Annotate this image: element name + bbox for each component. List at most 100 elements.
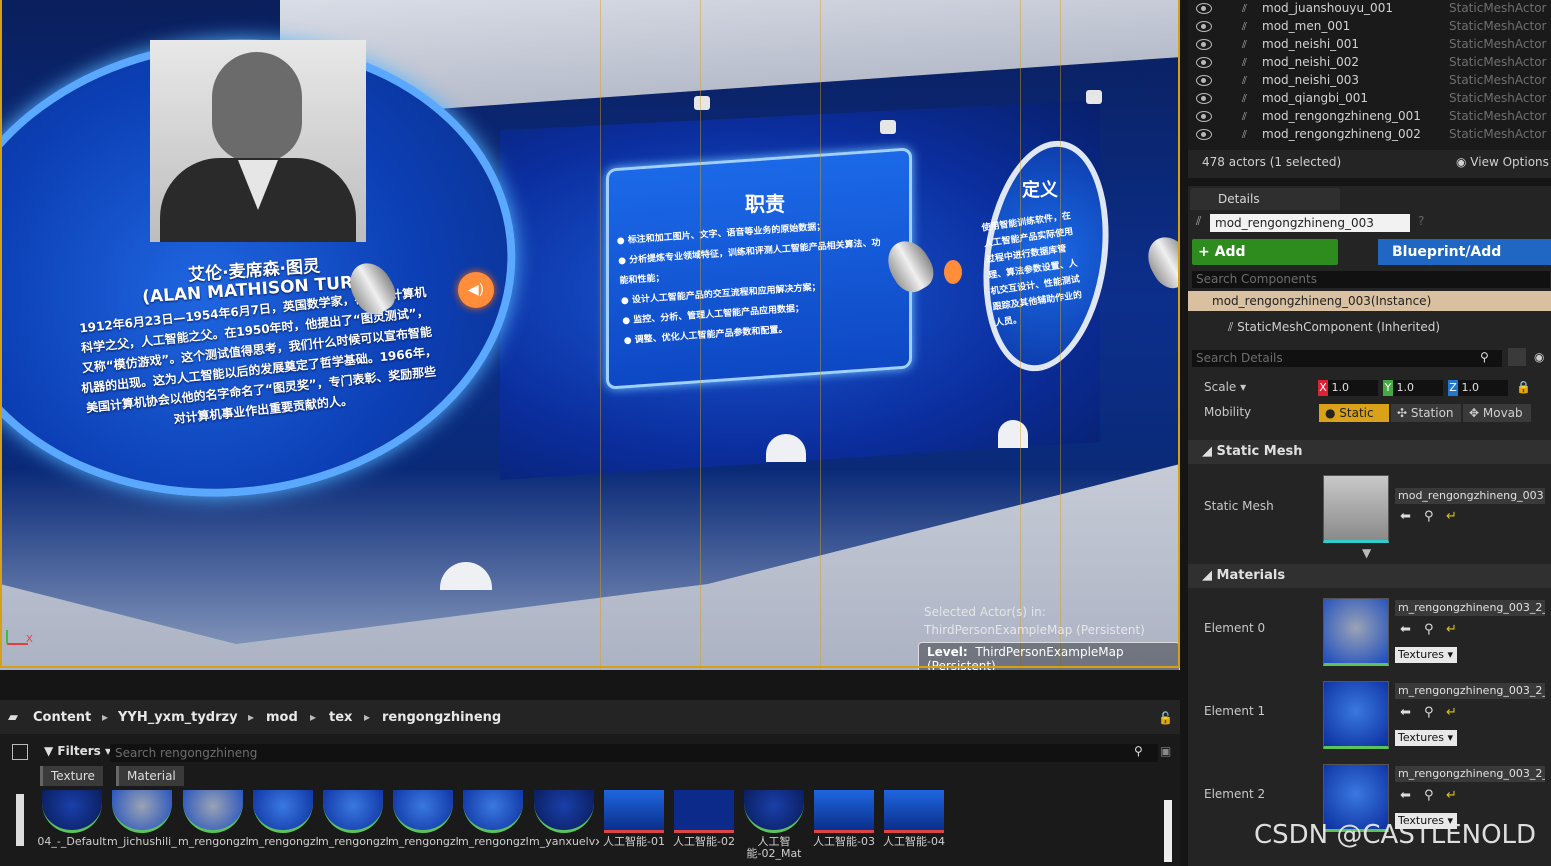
search-components-input[interactable]: Search Components: [1192, 271, 1550, 288]
asset-tile[interactable]: [323, 790, 383, 833]
asset-tile[interactable]: [253, 790, 313, 833]
asset-tile[interactable]: [744, 790, 804, 833]
asset-tile[interactable]: [884, 790, 944, 833]
reset-icon[interactable]: ↵: [1446, 622, 1457, 637]
material-dropdown[interactable]: m_rengongzhineng_003_2_2: [1395, 683, 1545, 699]
visibility-eye-icon[interactable]: [1196, 111, 1212, 122]
material-dropdown[interactable]: m_rengongzhineng_003_2_3: [1395, 766, 1545, 782]
asset-tile[interactable]: [814, 790, 874, 833]
breadcrumb-item[interactable]: Content: [33, 710, 91, 725]
static-mesh-icon: ⫽: [1242, 74, 1247, 87]
asset-tile[interactable]: [463, 790, 523, 833]
textures-button[interactable]: Textures ▾: [1395, 730, 1457, 746]
scrollbar-left[interactable]: [16, 794, 24, 846]
asset-label: 人工智能-04: [883, 836, 945, 848]
eye-icon[interactable]: ◉: [1534, 350, 1544, 364]
filters-button[interactable]: ▼ Filters ▾: [44, 744, 111, 758]
content-search-input[interactable]: Search rengongzhineng: [110, 744, 1158, 762]
static-mesh-section-header[interactable]: ◢ Static Mesh: [1188, 440, 1551, 464]
browse-search-icon[interactable]: ⚲: [1424, 788, 1434, 803]
visibility-eye-icon[interactable]: [1196, 39, 1212, 50]
browse-search-icon[interactable]: ⚲: [1424, 509, 1434, 524]
audio-play-icon[interactable]: ◀): [458, 272, 494, 308]
static-mesh-thumbnail[interactable]: [1323, 475, 1389, 543]
static-mesh-icon: ⫽: [1242, 110, 1247, 123]
instance-row[interactable]: mod_rengongzhineng_003(Instance): [1188, 291, 1551, 311]
outliner-row[interactable]: ⫽ mod_rengongzhineng_001 StaticMeshActor: [1188, 108, 1551, 126]
filter-chip-material[interactable]: Material: [116, 766, 184, 786]
save-search-icon[interactable]: ▣: [1160, 744, 1171, 758]
static-mesh-dropdown[interactable]: mod_rengongzhineng_003: [1395, 488, 1545, 504]
asset-tile[interactable]: [604, 790, 664, 833]
add-component-button[interactable]: + Add Component: [1192, 239, 1338, 286]
blueprint-add-script-button[interactable]: Blueprint/Add Script: [1378, 239, 1551, 286]
expand-arrow-icon[interactable]: ▼: [1362, 546, 1371, 560]
visibility-eye-icon[interactable]: [1196, 129, 1212, 140]
reset-icon[interactable]: ↵: [1446, 788, 1457, 803]
materials-section-header[interactable]: ◢ Materials: [1188, 564, 1551, 588]
scale-x-field[interactable]: X 1.0: [1318, 380, 1378, 396]
asset-tile[interactable]: [183, 790, 243, 833]
selection-guide-line: [700, 0, 701, 670]
material-dropdown[interactable]: m_rengongzhineng_003_2_1: [1395, 600, 1545, 616]
browse-search-icon[interactable]: ⚲: [1424, 705, 1434, 720]
visibility-eye-icon[interactable]: [1196, 75, 1212, 86]
mobility-stationary-button[interactable]: ✣ Station: [1391, 404, 1461, 422]
use-selected-arrow-icon[interactable]: ⬅: [1400, 705, 1411, 720]
filter-chip-texture[interactable]: Texture: [40, 766, 103, 786]
actor-name-field[interactable]: mod_rengongzhineng_003: [1210, 214, 1410, 232]
static-mesh-icon: ⫽: [1242, 20, 1247, 33]
breadcrumb-item[interactable]: mod: [266, 710, 298, 725]
scale-z-field[interactable]: Z 1.0: [1448, 380, 1508, 396]
tab-details[interactable]: Details: [1190, 188, 1340, 210]
mobility-movable-button[interactable]: ✥ Movab: [1463, 404, 1531, 422]
reset-icon[interactable]: ↵: [1446, 509, 1457, 524]
level-viewport[interactable]: 艾伦·麦席森·图灵 (ALAN MATHISON TURI 1912年6月23日…: [0, 0, 1180, 670]
help-icon[interactable]: ?: [1418, 214, 1424, 228]
use-selected-arrow-icon[interactable]: ⬅: [1400, 622, 1411, 637]
mobility-label: Mobility: [1204, 405, 1252, 419]
breadcrumb-item[interactable]: tex: [329, 710, 352, 725]
outliner-row[interactable]: ⫽ mod_juanshouyu_001 StaticMeshActor: [1188, 0, 1551, 18]
asset-tile[interactable]: [534, 790, 594, 833]
scrollbar-right[interactable]: [1164, 800, 1172, 862]
visibility-eye-icon[interactable]: [1196, 93, 1212, 104]
search-details-input[interactable]: Search Details: [1192, 350, 1502, 367]
turing-portrait-image: [150, 40, 366, 242]
material-thumbnail[interactable]: [1323, 598, 1389, 666]
outliner-row[interactable]: ⫽ mod_neishi_001 StaticMeshActor: [1188, 36, 1551, 54]
asset-tile[interactable]: [42, 790, 102, 833]
browse-search-icon[interactable]: ⚲: [1424, 622, 1434, 637]
lock-icon[interactable]: 🔓: [1158, 711, 1173, 725]
reset-icon[interactable]: ↵: [1446, 705, 1457, 720]
audio-play-icon[interactable]: [944, 260, 962, 284]
lock-icon[interactable]: 🔒: [1516, 380, 1531, 394]
breadcrumb-item[interactable]: rengongzhineng: [382, 710, 501, 725]
outliner-row[interactable]: ⫽ mod_neishi_003 StaticMeshActor: [1188, 72, 1551, 90]
mobility-static-button[interactable]: ● Static: [1319, 404, 1389, 422]
breadcrumb-item[interactable]: YYH_yxm_tydrzy: [118, 710, 238, 725]
search-icon: ⚲: [1480, 350, 1489, 364]
asset-tile[interactable]: [393, 790, 453, 833]
speaker-model[interactable]: [1139, 229, 1180, 295]
visibility-eye-icon[interactable]: [1196, 3, 1212, 14]
breadcrumb-separator-icon: ▸: [102, 710, 109, 724]
visibility-eye-icon[interactable]: [1196, 57, 1212, 68]
use-selected-arrow-icon[interactable]: ⬅: [1400, 509, 1411, 524]
textures-button[interactable]: Textures ▾: [1395, 647, 1457, 663]
use-selected-arrow-icon[interactable]: ⬅: [1400, 788, 1411, 803]
static-mesh-component-row[interactable]: ⫽ StaticMeshComponent (Inherited): [1228, 320, 1440, 335]
material-thumbnail[interactable]: [1323, 681, 1389, 749]
asset-tile[interactable]: [112, 790, 172, 833]
static-mesh-label: Static Mesh: [1204, 499, 1274, 513]
grid-view-icon[interactable]: [1508, 348, 1526, 366]
outliner-row[interactable]: ⫽ mod_men_001 StaticMeshActor: [1188, 18, 1551, 36]
outliner-row[interactable]: ⫽ mod_neishi_002 StaticMeshActor: [1188, 54, 1551, 72]
outliner-row[interactable]: ⫽ mod_qiangbi_001 StaticMeshActor: [1188, 90, 1551, 108]
sources-toggle-icon[interactable]: [12, 744, 28, 760]
outliner-row[interactable]: ⫽ mod_rengongzhineng_002 StaticMeshActor: [1188, 126, 1551, 144]
scale-y-field[interactable]: Y 1.0: [1383, 380, 1443, 396]
visibility-eye-icon[interactable]: [1196, 21, 1212, 32]
view-options-button[interactable]: ◉ View Options: [1456, 155, 1549, 169]
asset-tile[interactable]: [674, 790, 734, 833]
